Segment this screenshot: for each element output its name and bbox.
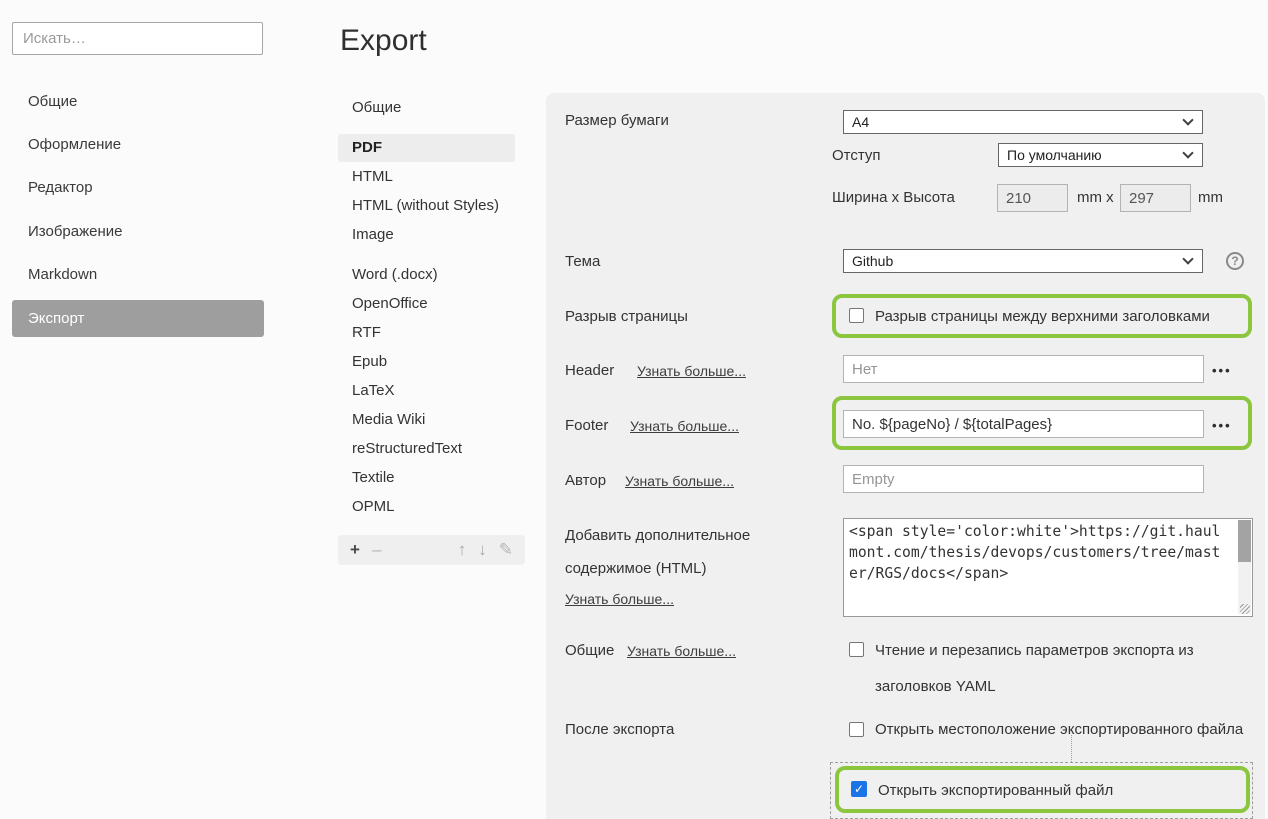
general-label: Общие [565,642,614,659]
format-item-html-no-styles[interactable]: HTML (without Styles) [338,192,515,220]
format-item-mediawiki[interactable]: Media Wiki [338,406,515,434]
format-item-epub[interactable]: Epub [338,348,515,376]
sidebar-item-appearance[interactable]: Оформление [12,126,264,163]
page-break-label: Разрыв страницы [565,308,688,325]
extra-content-label-line2: содержимое (HTML) [565,560,707,577]
search-input[interactable] [12,22,263,55]
author-label: Автор [565,472,606,489]
footer-more-button[interactable]: ••• [1212,418,1232,433]
unit-mid-label: mm x [1077,189,1114,206]
footer-label: Footer [565,417,608,434]
format-item-html[interactable]: HTML [338,163,515,191]
add-icon[interactable]: + [350,540,360,560]
sidebar-item-image[interactable]: Изображение [12,213,264,250]
arrow-up-icon[interactable]: ↑ [458,540,467,560]
dimensions-label: Ширина x Высота [832,189,955,206]
extra-content-label-line1: Добавить дополнительное [565,527,750,544]
extra-content-textarea-box: <span style='color:white'>https://git.ha… [843,518,1253,617]
page-break-checkbox-label: Разрыв страницы между верхними заголовка… [875,308,1210,325]
general-learn-more-link[interactable]: Узнать больше... [627,643,736,659]
paper-size-label: Размер бумаги [565,112,669,129]
format-item-restructuredtext[interactable]: reStructuredText [338,435,515,463]
author-input[interactable] [843,465,1204,493]
textarea-scrollbar-thumb[interactable] [1238,520,1251,562]
theme-value: Github [852,253,893,269]
format-item-word[interactable]: Word (.docx) [338,261,515,289]
yaml-checkbox-label: Чтение и перезапись параметров экспорта … [875,633,1240,705]
remove-icon[interactable]: – [372,540,381,560]
format-item-latex[interactable]: LaTeX [338,377,515,405]
paper-size-value: A4 [852,114,869,130]
yaml-checkbox[interactable] [849,642,864,657]
after-export-label: После экспорта [565,721,674,738]
format-item-opml[interactable]: OPML [338,493,515,521]
paper-width-field [997,184,1068,212]
unit-end-label: mm [1198,189,1223,206]
header-input[interactable] [843,355,1204,383]
sidebar-item-editor[interactable]: Редактор [12,169,264,206]
textarea-resize-grip[interactable] [1240,604,1250,614]
header-learn-more-link[interactable]: Узнать больше... [637,363,746,379]
footer-learn-more-link[interactable]: Узнать больше... [630,418,739,434]
format-item-image[interactable]: Image [338,221,515,249]
extra-content-learn-more-link[interactable]: Узнать больше... [565,591,674,607]
format-item-general[interactable]: Общие [338,94,515,122]
footer-input[interactable] [843,410,1204,438]
theme-select[interactable]: Github [843,249,1203,273]
format-item-pdf[interactable]: PDF [338,134,515,162]
margin-label: Отступ [832,147,881,164]
chevron-down-icon [1182,147,1193,158]
extra-content-textarea[interactable]: <span style='color:white'>https://git.ha… [843,518,1253,617]
open-file-checkbox[interactable]: ✓ [851,781,867,797]
format-item-rtf[interactable]: RTF [338,319,515,347]
open-location-checkbox[interactable] [849,722,864,737]
header-label: Header [565,362,614,379]
help-icon[interactable]: ? [1226,252,1244,270]
chevron-down-icon [1182,253,1193,264]
format-item-openoffice[interactable]: OpenOffice [338,290,515,318]
annotation-dotted-line [1071,735,1072,762]
check-icon: ✓ [854,782,864,796]
preferences-window: Общие Оформление Редактор Изображение Ma… [0,0,1268,819]
pencil-icon[interactable]: ✎ [499,540,513,560]
arrow-down-icon[interactable]: ↓ [478,540,487,560]
format-list-toolbar: + – ↑ ↓ ✎ [338,535,525,565]
sidebar-item-export[interactable]: Экспорт [12,300,264,337]
sidebar-item-markdown[interactable]: Markdown [12,256,264,293]
margin-value: По умолчанию [1007,147,1102,163]
author-learn-more-link[interactable]: Узнать больше... [625,473,734,489]
open-location-checkbox-label: Открыть местоположение экспортированного… [875,712,1250,748]
chevron-down-icon [1182,114,1193,125]
paper-size-select[interactable]: A4 [843,110,1203,134]
theme-label: Тема [565,253,600,270]
open-file-checkbox-label: Открыть экспортированный файл [878,782,1113,799]
paper-height-field [1120,184,1191,212]
page-title: Export [340,24,427,58]
sidebar-item-general[interactable]: Общие [12,83,264,120]
margin-select[interactable]: По умолчанию [998,143,1203,167]
page-break-checkbox[interactable] [849,308,864,323]
format-item-textile[interactable]: Textile [338,464,515,492]
header-more-button[interactable]: ••• [1212,363,1232,378]
